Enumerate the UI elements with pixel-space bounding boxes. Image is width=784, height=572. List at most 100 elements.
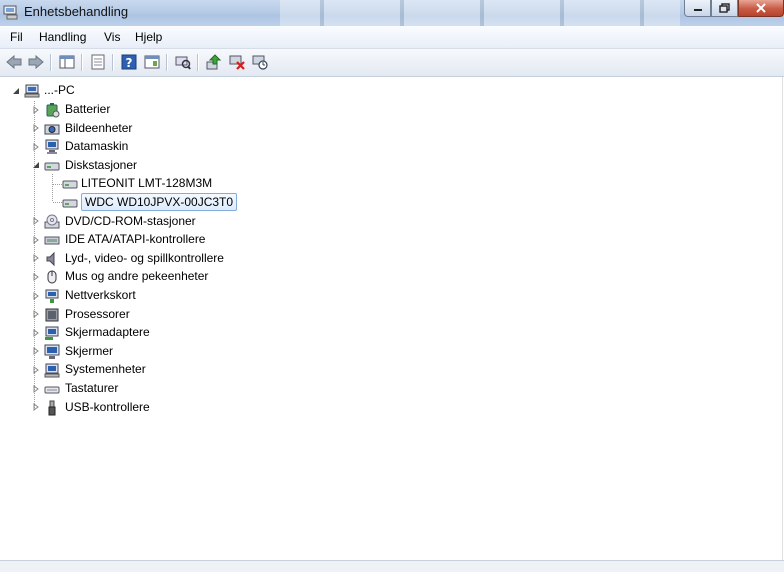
disk-drive-icon [62, 180, 78, 189]
tree-category-label: Nettverkskort [65, 288, 136, 302]
expand-icon[interactable] [31, 347, 40, 356]
scan-hardware-button[interactable] [174, 53, 192, 71]
properties-button[interactable] [89, 53, 107, 71]
action-pane-button[interactable] [143, 53, 161, 71]
processor-icon [45, 308, 59, 322]
minimize-button[interactable] [684, 0, 711, 17]
restore-icon [718, 3, 730, 13]
close-button[interactable] [738, 0, 784, 17]
tree-category-label: USB-kontrollere [65, 399, 150, 414]
uninstall-icon [229, 55, 245, 70]
disable-button[interactable] [251, 53, 269, 71]
help-icon: ? [121, 54, 137, 70]
expand-icon[interactable] [31, 142, 40, 151]
expand-icon[interactable] [31, 124, 40, 133]
menu-vis[interactable]: Vis [104, 30, 120, 44]
keyboard-icon [44, 386, 60, 394]
tree-category-label: DVD/CD-ROM-stasjoner [65, 213, 196, 228]
imaging-device-icon [44, 124, 60, 135]
toolbar-separator [166, 54, 168, 71]
background-blur [280, 0, 680, 26]
expand-icon[interactable] [31, 254, 40, 263]
tree-category-label: Skjermer [65, 343, 114, 358]
expand-icon[interactable] [31, 105, 40, 114]
tree-category-label: Skjermadaptere [65, 325, 150, 340]
computer-icon [45, 139, 59, 155]
toolbar-separator [50, 54, 52, 71]
tree-root-label: ...-PC [44, 83, 75, 97]
tree-category-label: Systemenheter [65, 362, 146, 377]
expand-icon[interactable] [31, 217, 40, 226]
tree-category-label: Diskstasjoner [65, 157, 138, 172]
expand-icon[interactable] [31, 310, 40, 319]
forward-button[interactable] [27, 53, 45, 71]
uninstall-button[interactable] [228, 53, 246, 71]
display-adapter-icon [45, 326, 59, 341]
menu-fil[interactable]: Fil [10, 30, 23, 44]
dvd-drive-icon [44, 214, 60, 229]
expand-icon[interactable] [31, 272, 40, 281]
network-adapter-icon [45, 289, 59, 303]
tree-category-label: Tastaturer [65, 381, 119, 395]
help-button[interactable]: ? [120, 53, 138, 71]
window-title: Enhetsbehandling [24, 4, 129, 19]
expand-icon[interactable] [31, 235, 40, 244]
ide-controller-icon [44, 236, 60, 245]
back-icon [6, 55, 22, 69]
minimize-icon [693, 9, 702, 11]
menu-bar: Fil Handling Vis Hjelp [0, 26, 784, 49]
console-tree-button[interactable] [58, 53, 76, 71]
back-button[interactable] [5, 53, 23, 71]
update-driver-button[interactable] [205, 53, 223, 71]
computer-icon [24, 84, 40, 98]
tree-category-label: Mus og andre pekeenheter [65, 269, 209, 284]
status-bar [0, 560, 784, 572]
update-driver-icon [206, 54, 222, 70]
console-tree-icon [59, 55, 75, 69]
title-bar[interactable]: Enhetsbehandling [0, 0, 784, 26]
window-controls [684, 0, 784, 20]
battery-icon [46, 103, 60, 118]
collapse-icon[interactable] [11, 86, 20, 95]
usb-controller-icon [48, 400, 56, 416]
collapse-icon[interactable] [31, 161, 40, 170]
toolbar-separator [112, 54, 114, 71]
expand-icon[interactable] [31, 291, 40, 300]
device-tree[interactable]: ...-PC Batterier Bildeenheter Datamaskin Di… [0, 77, 783, 560]
expand-icon[interactable] [31, 328, 40, 337]
toolbar-separator [197, 54, 199, 71]
expand-icon[interactable] [31, 365, 40, 374]
toolbar: ? [0, 49, 784, 77]
tree-category-label: Datamaskin [65, 139, 129, 154]
tree-category-label: Lyd-, video- og spillkontrollere [65, 250, 224, 265]
expand-icon[interactable] [31, 384, 40, 393]
tree-connector [53, 184, 62, 185]
monitor-icon [44, 344, 60, 359]
properties-icon [91, 54, 105, 70]
menu-hjelp[interactable]: Hjelp [135, 30, 162, 44]
scan-hardware-icon [175, 56, 191, 70]
tree-category-label: Batterier [65, 102, 111, 116]
forward-icon [28, 55, 44, 69]
tree-device-label-selected: WDC WD10JPVX-00JC3T0 [81, 193, 238, 211]
tree-category-label: Bildeenheter [65, 120, 133, 135]
close-icon [756, 3, 766, 13]
menu-handling[interactable]: Handling [39, 30, 86, 44]
svg-text:?: ? [126, 56, 133, 70]
maximize-button[interactable] [711, 0, 738, 17]
tree-category-label: IDE ATA/ATAPI-kontrollere [65, 232, 206, 247]
expand-icon[interactable] [31, 403, 40, 412]
disk-drive-icon [44, 162, 60, 171]
system-devices-icon [44, 363, 60, 378]
tree-category-label: Prosessorer [65, 306, 130, 321]
mouse-icon [47, 270, 57, 284]
action-pane-icon [144, 55, 160, 69]
device-manager-icon [3, 5, 18, 20]
disable-icon [252, 55, 268, 70]
tree-connector [52, 174, 53, 202]
speaker-icon [46, 251, 55, 267]
tree-device-label: LITEONIT LMT-128M3M [81, 176, 213, 191]
tree-connector [53, 202, 62, 203]
disk-drive-icon [62, 199, 78, 208]
toolbar-separator [81, 54, 83, 71]
